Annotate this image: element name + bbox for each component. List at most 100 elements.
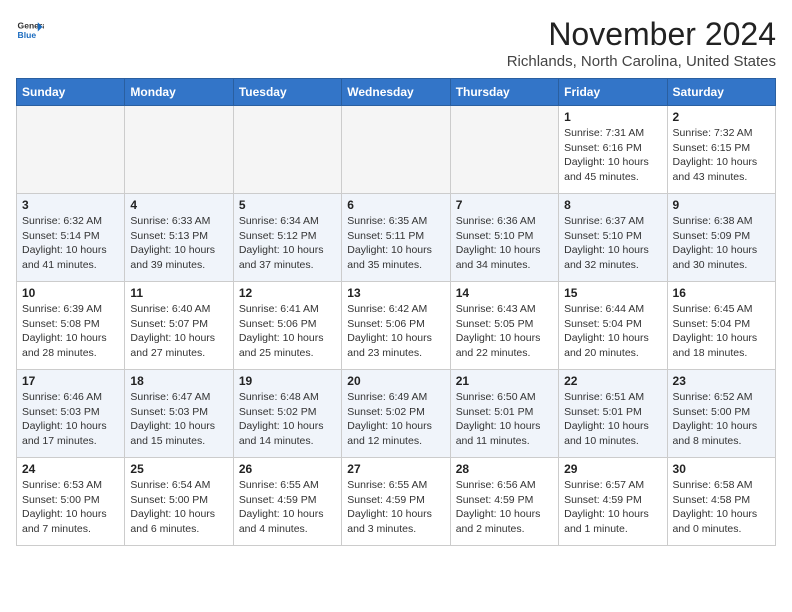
day-number: 9 bbox=[673, 198, 770, 212]
calendar-cell: 24 Sunrise: 6:53 AM Sunset: 5:00 PM Dayli… bbox=[17, 458, 125, 546]
day-info: Sunrise: 6:34 AM Sunset: 5:12 PM Dayligh… bbox=[239, 214, 336, 273]
day-number: 16 bbox=[673, 286, 770, 300]
day-info: Sunrise: 6:43 AM Sunset: 5:05 PM Dayligh… bbox=[456, 302, 553, 361]
day-info: Sunrise: 6:56 AM Sunset: 4:59 PM Dayligh… bbox=[456, 478, 553, 537]
calendar-cell: 5 Sunrise: 6:34 AM Sunset: 5:12 PM Daylig… bbox=[233, 194, 341, 282]
weekday-header-row: SundayMondayTuesdayWednesdayThursdayFrid… bbox=[17, 79, 776, 106]
weekday-header: Friday bbox=[559, 79, 667, 106]
day-info: Sunrise: 6:41 AM Sunset: 5:06 PM Dayligh… bbox=[239, 302, 336, 361]
calendar-week-row: 10 Sunrise: 6:39 AM Sunset: 5:08 PM Dayli… bbox=[17, 282, 776, 370]
calendar-cell: 17Sunrise: 6:46 AM Sunset: 5:03 PM Dayli… bbox=[17, 370, 125, 458]
day-number: 3 bbox=[22, 198, 119, 212]
svg-text:Blue: Blue bbox=[18, 30, 37, 40]
day-number: 18 bbox=[130, 374, 227, 388]
day-info: Sunrise: 6:32 AM Sunset: 5:14 PM Dayligh… bbox=[22, 214, 119, 273]
calendar-week-row: 1 Sunrise: 7:31 AM Sunset: 6:16 PM Daylig… bbox=[17, 106, 776, 194]
day-number: 1 bbox=[564, 110, 661, 124]
day-info: Sunrise: 6:44 AM Sunset: 5:04 PM Dayligh… bbox=[564, 302, 661, 361]
calendar-cell: 2 Sunrise: 7:32 AM Sunset: 6:15 PM Daylig… bbox=[667, 106, 775, 194]
calendar-cell: 3 Sunrise: 6:32 AM Sunset: 5:14 PM Daylig… bbox=[17, 194, 125, 282]
day-number: 24 bbox=[22, 462, 119, 476]
day-info: Sunrise: 6:57 AM Sunset: 4:59 PM Dayligh… bbox=[564, 478, 661, 537]
calendar-cell: 20 Sunrise: 6:49 AM Sunset: 5:02 PM Dayli… bbox=[342, 370, 450, 458]
day-number: 23 bbox=[673, 374, 770, 388]
calendar-week-row: 3 Sunrise: 6:32 AM Sunset: 5:14 PM Daylig… bbox=[17, 194, 776, 282]
day-number: 8 bbox=[564, 198, 661, 212]
day-info: Sunrise: 6:47 AM Sunset: 5:03 PM Dayligh… bbox=[130, 390, 227, 449]
day-number: 12 bbox=[239, 286, 336, 300]
month-title: November 2024 bbox=[507, 16, 776, 53]
calendar-cell: 1 Sunrise: 7:31 AM Sunset: 6:16 PM Daylig… bbox=[559, 106, 667, 194]
day-info: Sunrise: 6:52 AM Sunset: 5:00 PM Dayligh… bbox=[673, 390, 770, 449]
calendar-cell: 9Sunrise: 6:38 AM Sunset: 5:09 PM Daylig… bbox=[667, 194, 775, 282]
calendar-cell bbox=[450, 106, 558, 194]
day-info: Sunrise: 6:51 AM Sunset: 5:01 PM Dayligh… bbox=[564, 390, 661, 449]
day-number: 30 bbox=[673, 462, 770, 476]
calendar-cell: 8 Sunrise: 6:37 AM Sunset: 5:10 PM Daylig… bbox=[559, 194, 667, 282]
day-number: 4 bbox=[130, 198, 227, 212]
weekday-header: Sunday bbox=[17, 79, 125, 106]
day-number: 5 bbox=[239, 198, 336, 212]
weekday-header: Monday bbox=[125, 79, 233, 106]
day-info: Sunrise: 6:50 AM Sunset: 5:01 PM Dayligh… bbox=[456, 390, 553, 449]
day-info: Sunrise: 6:58 AM Sunset: 4:58 PM Dayligh… bbox=[673, 478, 770, 537]
day-number: 19 bbox=[239, 374, 336, 388]
calendar-cell: 25Sunrise: 6:54 AM Sunset: 5:00 PM Dayli… bbox=[125, 458, 233, 546]
calendar-cell: 19Sunrise: 6:48 AM Sunset: 5:02 PM Dayli… bbox=[233, 370, 341, 458]
weekday-header: Saturday bbox=[667, 79, 775, 106]
day-info: Sunrise: 7:31 AM Sunset: 6:16 PM Dayligh… bbox=[564, 126, 661, 185]
calendar-cell: 12 Sunrise: 6:41 AM Sunset: 5:06 PM Dayli… bbox=[233, 282, 341, 370]
day-info: Sunrise: 6:49 AM Sunset: 5:02 PM Dayligh… bbox=[347, 390, 444, 449]
day-number: 25 bbox=[130, 462, 227, 476]
calendar-cell bbox=[342, 106, 450, 194]
calendar-cell: 23 Sunrise: 6:52 AM Sunset: 5:00 PM Dayli… bbox=[667, 370, 775, 458]
day-number: 28 bbox=[456, 462, 553, 476]
day-number: 11 bbox=[130, 286, 227, 300]
day-info: Sunrise: 6:55 AM Sunset: 4:59 PM Dayligh… bbox=[239, 478, 336, 537]
calendar-cell: 14 Sunrise: 6:43 AM Sunset: 5:05 PM Dayli… bbox=[450, 282, 558, 370]
calendar-cell: 30 Sunrise: 6:58 AM Sunset: 4:58 PM Dayli… bbox=[667, 458, 775, 546]
day-info: Sunrise: 6:35 AM Sunset: 5:11 PM Dayligh… bbox=[347, 214, 444, 273]
day-number: 2 bbox=[673, 110, 770, 124]
calendar-week-row: 24 Sunrise: 6:53 AM Sunset: 5:00 PM Dayli… bbox=[17, 458, 776, 546]
day-number: 22 bbox=[564, 374, 661, 388]
calendar-cell bbox=[125, 106, 233, 194]
day-number: 13 bbox=[347, 286, 444, 300]
calendar-cell: 13 Sunrise: 6:42 AM Sunset: 5:06 PM Dayli… bbox=[342, 282, 450, 370]
calendar-cell: 28 Sunrise: 6:56 AM Sunset: 4:59 PM Dayli… bbox=[450, 458, 558, 546]
weekday-header: Tuesday bbox=[233, 79, 341, 106]
title-section: November 2024 Richlands, North Carolina,… bbox=[507, 16, 776, 70]
day-info: Sunrise: 6:40 AM Sunset: 5:07 PM Dayligh… bbox=[130, 302, 227, 361]
calendar-cell: 7Sunrise: 6:36 AM Sunset: 5:10 PM Daylig… bbox=[450, 194, 558, 282]
calendar-cell bbox=[17, 106, 125, 194]
day-info: Sunrise: 6:37 AM Sunset: 5:10 PM Dayligh… bbox=[564, 214, 661, 273]
day-number: 10 bbox=[22, 286, 119, 300]
calendar-week-row: 17Sunrise: 6:46 AM Sunset: 5:03 PM Dayli… bbox=[17, 370, 776, 458]
calendar-cell: 6Sunrise: 6:35 AM Sunset: 5:11 PM Daylig… bbox=[342, 194, 450, 282]
day-info: Sunrise: 7:32 AM Sunset: 6:15 PM Dayligh… bbox=[673, 126, 770, 185]
day-info: Sunrise: 6:33 AM Sunset: 5:13 PM Dayligh… bbox=[130, 214, 227, 273]
calendar-cell: 15Sunrise: 6:44 AM Sunset: 5:04 PM Dayli… bbox=[559, 282, 667, 370]
calendar-table: SundayMondayTuesdayWednesdayThursdayFrid… bbox=[16, 78, 776, 546]
day-number: 14 bbox=[456, 286, 553, 300]
day-info: Sunrise: 6:55 AM Sunset: 4:59 PM Dayligh… bbox=[347, 478, 444, 537]
calendar-cell: 29 Sunrise: 6:57 AM Sunset: 4:59 PM Dayli… bbox=[559, 458, 667, 546]
calendar-cell: 4 Sunrise: 6:33 AM Sunset: 5:13 PM Daylig… bbox=[125, 194, 233, 282]
calendar-cell bbox=[233, 106, 341, 194]
calendar-cell: 26 Sunrise: 6:55 AM Sunset: 4:59 PM Dayli… bbox=[233, 458, 341, 546]
weekday-header: Wednesday bbox=[342, 79, 450, 106]
calendar-cell: 21Sunrise: 6:50 AM Sunset: 5:01 PM Dayli… bbox=[450, 370, 558, 458]
day-info: Sunrise: 6:42 AM Sunset: 5:06 PM Dayligh… bbox=[347, 302, 444, 361]
calendar-cell: 18 Sunrise: 6:47 AM Sunset: 5:03 PM Dayli… bbox=[125, 370, 233, 458]
day-number: 17 bbox=[22, 374, 119, 388]
page-header: General Blue November 2024 Richlands, No… bbox=[16, 16, 776, 70]
calendar-cell: 22 Sunrise: 6:51 AM Sunset: 5:01 PM Dayli… bbox=[559, 370, 667, 458]
day-number: 26 bbox=[239, 462, 336, 476]
location-title: Richlands, North Carolina, United States bbox=[507, 53, 776, 70]
day-number: 20 bbox=[347, 374, 444, 388]
day-info: Sunrise: 6:45 AM Sunset: 5:04 PM Dayligh… bbox=[673, 302, 770, 361]
day-info: Sunrise: 6:53 AM Sunset: 5:00 PM Dayligh… bbox=[22, 478, 119, 537]
day-number: 7 bbox=[456, 198, 553, 212]
day-info: Sunrise: 6:39 AM Sunset: 5:08 PM Dayligh… bbox=[22, 302, 119, 361]
day-number: 29 bbox=[564, 462, 661, 476]
